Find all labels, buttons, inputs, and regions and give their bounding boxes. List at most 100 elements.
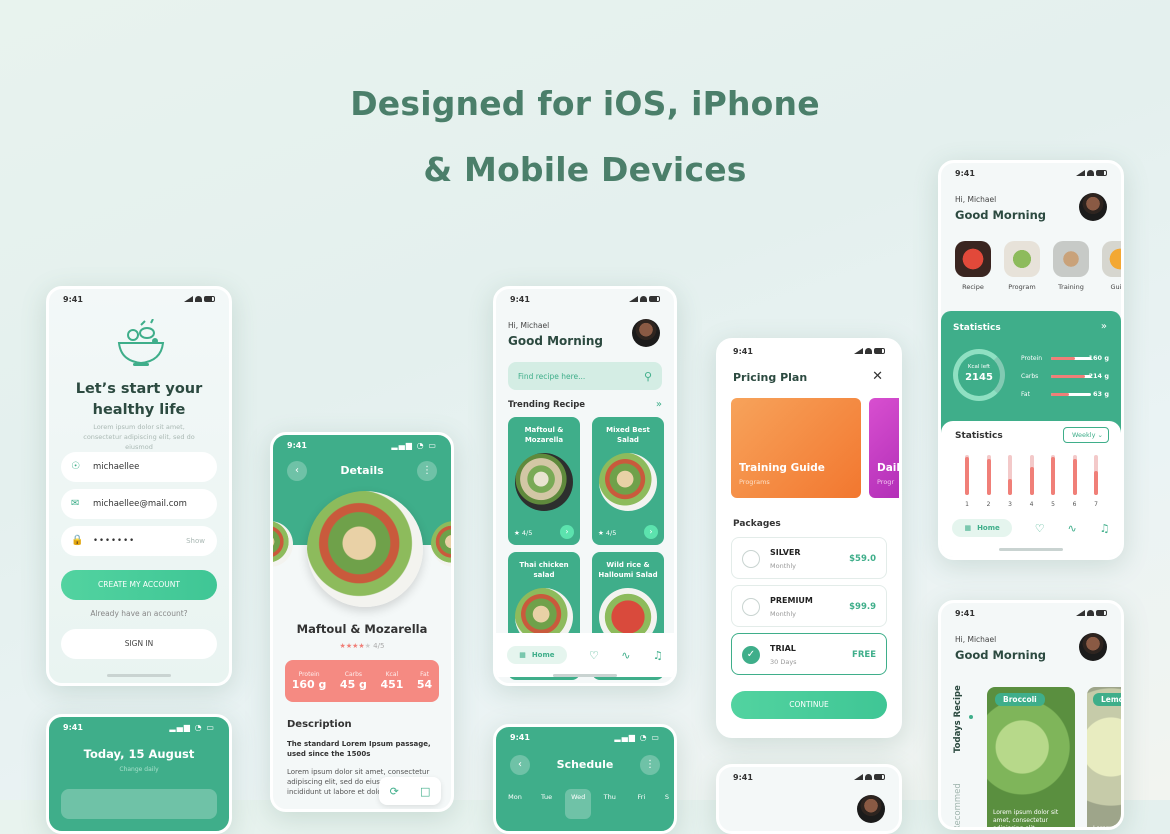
day-tab[interactable]: Tue [534, 789, 560, 819]
bell-icon[interactable]: ♫ [653, 649, 663, 662]
status-time: 9:41 [510, 295, 530, 304]
avatar[interactable] [857, 795, 885, 823]
week-day-label: 4 [1029, 501, 1034, 508]
avatar[interactable] [632, 319, 660, 347]
week-day-label: 7 [1094, 501, 1098, 508]
macros-panel: Protein 160 g Carbs 45 g Kcal 451 Fat 54 [285, 660, 439, 702]
activity-icon[interactable]: ∿ [621, 649, 630, 662]
avatar[interactable] [1079, 633, 1107, 661]
greeting-text: Hi, Michael [508, 321, 550, 330]
status-bar: 9:41 ▂▄▆ ◔ ▭ [510, 733, 660, 742]
training-guide-card[interactable]: Training Guide Programs [731, 398, 861, 498]
description-lead: The standard Lorem Ipsum passage, used s… [287, 740, 431, 758]
recipe-image [515, 453, 573, 511]
recipe-category-image[interactable] [955, 241, 991, 277]
change-daily-link[interactable]: Change daily [49, 766, 229, 773]
check-icon[interactable]: ✓ [742, 646, 760, 664]
bookmark-icon[interactable]: □ [420, 785, 430, 798]
lemon-card[interactable]: Lemo Lorem ipsum dolor sit amet, consect… [1087, 687, 1121, 827]
training-category-image[interactable] [1053, 241, 1089, 277]
close-icon[interactable]: ✕ [872, 369, 883, 384]
radio-button[interactable] [742, 550, 760, 568]
package-name: SILVER [770, 548, 801, 557]
recipe-image [599, 453, 657, 511]
email-field[interactable]: ✉ michaellee@mail.com [61, 489, 217, 519]
pricing-title: Pricing Plan [733, 371, 808, 384]
avatar[interactable] [1079, 193, 1107, 221]
activity-icon[interactable]: ∿ [1068, 522, 1077, 535]
bell-icon[interactable]: ♫ [1100, 522, 1110, 535]
search-input[interactable]: Find recipe here... ⚲ [508, 362, 662, 390]
username-field[interactable]: ☉ michaellee [61, 452, 217, 482]
details-screen: 9:41 ▂▄▆ ◔ ▭ ‹ Details ⋮ Maftoul & Mozare… [270, 432, 454, 812]
recipe-card[interactable]: Mixed Best Salad ★ 4/5 › [592, 417, 664, 545]
package-price: $99.9 [849, 602, 876, 612]
nav-home[interactable]: ▦ Home [507, 646, 567, 664]
nutrient-bar [1051, 393, 1091, 396]
mail-icon: ✉ [71, 498, 80, 509]
signup-subtitle: Lorem ipsum dolor sit amet, consectetur … [83, 423, 195, 451]
grid-icon: ▦ [519, 651, 526, 659]
heart-icon[interactable]: ♡ [589, 649, 599, 662]
arrow-right-icon[interactable]: › [644, 525, 658, 539]
share-icon[interactable]: ⟳ [390, 785, 399, 798]
dish-rating: ★★★★★ 4/5 [339, 642, 385, 650]
recommend-title: Good Morning [955, 648, 1047, 662]
recipe-name: Wild rice & Halloumi Salad [598, 561, 658, 579]
chevron-right-icon[interactable]: » [1101, 321, 1107, 332]
daily-card[interactable]: Dail Progr [869, 398, 899, 498]
package-option[interactable]: PREMIUM Monthly $99.9 [731, 585, 887, 627]
password-field[interactable]: 🔒 ••••••• Show [61, 526, 217, 556]
radio-button[interactable] [742, 598, 760, 616]
nutrient-value: 63 g [1093, 390, 1109, 398]
more-options-button[interactable]: ⋮ [417, 461, 437, 481]
heart-icon[interactable]: ♡ [1035, 522, 1045, 535]
search-icon[interactable]: ⚲ [644, 370, 652, 383]
status-time: 9:41 [63, 295, 83, 304]
broccoli-card[interactable]: Broccoli Lorem ipsum dolor sit amet, con… [987, 687, 1075, 827]
description-title: Description [287, 719, 352, 730]
guide-category-image[interactable] [1102, 241, 1121, 277]
package-option[interactable]: SILVER Monthly $59.0 [731, 537, 887, 579]
tab-todays-recipe[interactable]: Todays Recipe [953, 685, 963, 753]
recipe-name: Thai chicken salad [519, 561, 569, 579]
continue-button[interactable]: CONTINUE [731, 691, 887, 719]
program-category-image[interactable] [1004, 241, 1040, 277]
package-option-selected[interactable]: ✓ TRIAL 30 Days FREE [731, 633, 887, 675]
recipe-name: Mixed Best Salad [606, 426, 650, 444]
recipe-rating: ★ 4/5 [514, 529, 533, 537]
sign-in-button[interactable]: SIGN IN [61, 629, 217, 659]
package-period: Monthly [770, 610, 797, 618]
home-screen: 9:41 Hi, Michael Good Morning Find recip… [493, 286, 677, 686]
day-tab[interactable]: Mon [502, 789, 528, 819]
status-bar: 9:41 [510, 295, 660, 307]
signup-screen: 9:41 Let’s start your healthy life Lorem… [46, 286, 232, 686]
status-time: 9:41 [955, 169, 975, 178]
status-bar: 9:41 ▂▄▆ ◔ ▭ [63, 723, 215, 732]
dish-image [307, 491, 423, 607]
tab-recommend[interactable]: Recommed [953, 783, 963, 827]
create-account-button[interactable]: CREATE MY ACCOUNT [61, 570, 217, 600]
arrow-right-icon[interactable]: › [560, 525, 574, 539]
status-time: 9:41 [287, 441, 307, 450]
dashboard-screen: 9:41 Hi, Michael Good Morning Recipe Pro… [938, 160, 1124, 560]
nav-home[interactable]: ▦ Home [952, 519, 1012, 537]
recipe-card[interactable]: Maftoul & Mozarella ★ 4/5 › [508, 417, 580, 545]
kcal-value: 2145 [965, 372, 993, 383]
status-bar: 9:41 [955, 609, 1107, 621]
see-all-icon[interactable]: » [656, 399, 662, 410]
recipe-rating: ★ 4/5 [598, 529, 617, 537]
nutrient-bar [1051, 357, 1091, 360]
day-tab-selected[interactable]: Wed [565, 789, 592, 819]
day-tab[interactable]: Thu [597, 789, 623, 819]
day-tab[interactable]: S [660, 789, 674, 819]
show-password-toggle[interactable]: Show [186, 537, 205, 545]
card-subtitle: Progr [877, 478, 895, 486]
nutrient-value: 160 g [1088, 354, 1109, 362]
nutrient-name: Protein [1021, 355, 1043, 362]
week-bar [1051, 455, 1055, 495]
schedule-item[interactable] [61, 789, 217, 819]
dish-title: Maftoul & Mozarella [296, 622, 428, 636]
more-options-button[interactable]: ⋮ [640, 755, 660, 775]
day-tab[interactable]: Fri [628, 789, 654, 819]
